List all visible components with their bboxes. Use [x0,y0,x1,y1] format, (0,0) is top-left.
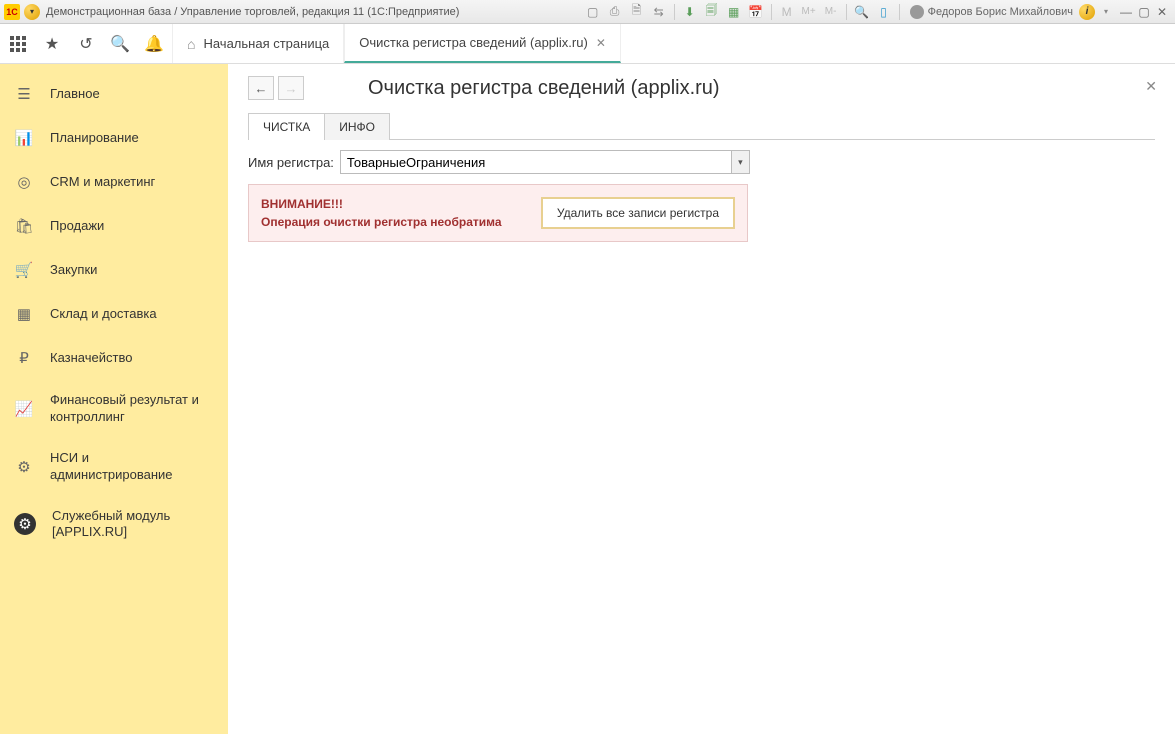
sidebar-item-label: НСИ и администрирование [50,450,214,484]
page-title: Очистка регистра сведений (applix.ru) [368,77,720,100]
notifications-icon[interactable]: 🔔 [144,34,164,54]
document-icon[interactable]: 🗎 [628,3,646,21]
close-page-button[interactable]: ✕ [1145,78,1157,95]
user-name: Федоров Борис Михайлович [928,6,1073,18]
sidebar-item-purchase[interactable]: 🛒 Закупки [0,248,228,292]
info-icon[interactable]: i [1079,4,1095,20]
sidebar-item-finance[interactable]: 📈 Финансовый результат и контроллинг [0,380,228,438]
user-icon [910,5,924,19]
planning-icon: 📊 [14,128,34,148]
nav-back-button[interactable]: ← [248,76,274,100]
tab-cleanup-label: Очистка регистра сведений (applix.ru) [359,35,588,50]
window-close-button[interactable]: ✕ [1153,3,1171,21]
sidebar-item-nsi[interactable]: ⚙ НСИ и администрирование [0,438,228,496]
panel-icon[interactable]: ▯ [875,3,893,21]
sidebar: ☰ Главное 📊 Планирование ◎ CRM и маркети… [0,64,228,734]
info-dropdown-icon[interactable]: ▾ [1097,3,1115,21]
app-logo-icon: 1С [4,4,20,20]
sidebar-item-label: Закупки [50,262,97,279]
print-icon[interactable]: ⎙ [606,3,624,21]
main-content: ← → Очистка регистра сведений (applix.ru… [228,64,1175,734]
tab-cleanup[interactable]: Очистка регистра сведений (applix.ru) ✕ [344,24,621,63]
sidebar-item-label: Служебный модуль [APPLIX.RU] [52,508,214,542]
sidebar-item-label: Продажи [50,218,104,235]
tab-home-label: Начальная страница [203,36,329,51]
tab-close-icon[interactable]: ✕ [596,36,606,50]
sidebar-item-label: Планирование [50,130,139,147]
calculator-icon[interactable]: ▦ [725,3,743,21]
calendar-icon[interactable]: 📅 [747,3,765,21]
sidebar-item-label: CRM и маркетинг [50,174,155,191]
sidebar-item-crm[interactable]: ◎ CRM и маркетинг [0,160,228,204]
toolbar-search-icon[interactable]: 🔍 [110,34,130,54]
favorites-icon[interactable]: ★ [42,34,62,54]
memory-mminus-icon[interactable]: M- [822,3,840,21]
sidebar-item-treasury[interactable]: ₽ Казначейство [0,336,228,380]
content-tabs: ЧИСТКА ИНФО [248,112,1155,140]
main-menu-dropdown[interactable]: ▾ [24,4,40,20]
cart-icon: 🛒 [14,260,34,280]
chart-icon: 📈 [14,399,34,419]
sidebar-item-label: Главное [50,86,100,103]
window-title: Демонстрационная база / Управление торго… [46,6,459,18]
copy-icon[interactable]: 🗐 [703,3,721,21]
register-name-input[interactable] [341,151,731,173]
register-name-select[interactable]: ▾ [340,150,750,174]
gear-icon: ⚙ [14,513,36,535]
window-titlebar: 1С ▾ Демонстрационная база / Управление … [0,0,1175,24]
window-maximize-button[interactable]: ▢ [1135,3,1153,21]
history-icon[interactable]: ↺ [76,34,96,54]
tab-cleanup-content[interactable]: ЧИСТКА [248,113,325,140]
save-icon[interactable]: ⬇ [681,3,699,21]
menu-icon: ☰ [14,84,34,104]
print-preview-icon[interactable]: ▢ [584,3,602,21]
tab-home[interactable]: ⌂ Начальная страница [172,24,344,63]
tab-info-content[interactable]: ИНФО [324,113,390,140]
target-icon: ◎ [14,172,34,192]
sections-icon[interactable] [8,34,28,54]
register-name-label: Имя регистра: [248,155,334,170]
home-icon: ⌂ [187,36,195,52]
sidebar-item-sales[interactable]: 🛍 Продажи [0,204,228,248]
search-icon[interactable]: 🔍 [853,3,871,21]
ruble-icon: ₽ [14,348,34,368]
memory-m-icon[interactable]: M [778,3,796,21]
delete-all-button[interactable]: Удалить все записи регистра [541,197,735,229]
memory-mplus-icon[interactable]: M+ [800,3,818,21]
app-toolbar: ★ ↺ 🔍 🔔 ⌂ Начальная страница Очистка рег… [0,24,1175,64]
window-minimize-button[interactable]: — [1117,3,1135,21]
gear-icon: ⚙ [14,457,34,477]
sidebar-item-main[interactable]: ☰ Главное [0,72,228,116]
sidebar-item-label: Казначейство [50,350,132,367]
sidebar-item-planning[interactable]: 📊 Планирование [0,116,228,160]
sidebar-item-service[interactable]: ⚙ Служебный модуль [APPLIX.RU] [0,496,228,554]
nav-forward-button[interactable]: → [278,76,304,100]
warning-text: ВНИМАНИЕ!!! Операция очистки регистра не… [261,195,502,231]
sidebar-item-warehouse[interactable]: ▦ Склад и доставка [0,292,228,336]
compare-icon[interactable]: ⇆ [650,3,668,21]
dropdown-icon[interactable]: ▾ [731,151,749,173]
sidebar-item-label: Склад и доставка [50,306,157,323]
bag-icon: 🛍 [14,216,34,236]
warning-panel: ВНИМАНИЕ!!! Операция очистки регистра не… [248,184,748,242]
sidebar-item-label: Финансовый результат и контроллинг [50,392,214,426]
user-display[interactable]: Федоров Борис Михайлович [910,5,1073,19]
boxes-icon: ▦ [14,304,34,324]
